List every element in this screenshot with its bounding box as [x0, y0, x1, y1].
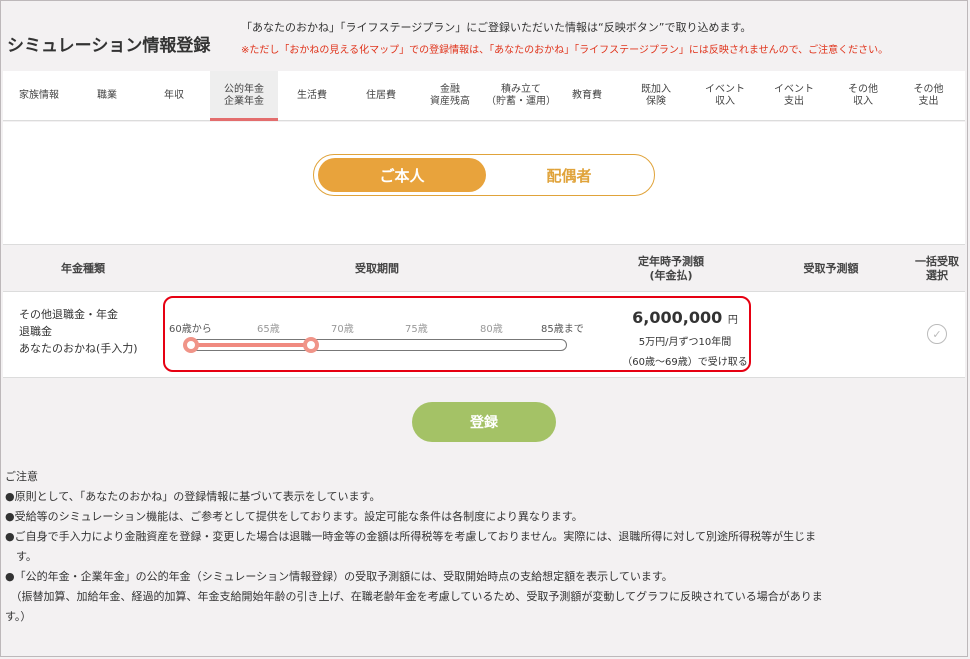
slider-tick-label: 75歳 [405, 324, 428, 335]
note-item: （振替加算、加給年金、経過的加算、年金支給開始年齢の引き上げ、在職老齢年金を考慮… [5, 590, 823, 603]
tab-housing-cost[interactable]: 住居費 [346, 71, 416, 121]
page-title: シミュレーション情報登録 [7, 36, 211, 56]
check-icon: ✓ [932, 327, 942, 341]
tab-event-income[interactable]: イベント 収入 [696, 71, 754, 121]
note-item: ●受給等のシミュレーション機能は、ご参考として提供をしております。設定可能な条件… [5, 510, 583, 523]
header-period: 受取期間 [355, 262, 399, 275]
header-pension-type: 年金種類 [61, 262, 105, 275]
header-warning-text: ※ただし「おかねの見える化マップ」での登録情報は、「あなたのおかね」「ライフステ… [241, 45, 889, 56]
header-bulk-select: 一括受取 選択 [915, 255, 959, 282]
notes-heading: ご注意 [5, 470, 38, 483]
register-button[interactable]: 登録 [412, 402, 556, 442]
slider-tick-label: 65歳 [257, 324, 280, 335]
header-receive-estimate: 受取予測額 [803, 262, 859, 275]
app-window: シミュレーション情報登録 「あなたのおかね」「ライフステージプラン」にご登録いた… [0, 0, 968, 657]
header-retire-estimate: 定年時予測額 (年金払) [638, 255, 704, 282]
bulk-select-checkbox[interactable]: ✓ [927, 324, 947, 344]
retire-estimate-amount: 6,000,000 円 [632, 308, 738, 327]
tab-income[interactable]: 年収 [139, 71, 209, 121]
note-item: ●ご自身で手入力により金融資産を登録・変更した場合は退職一時金等の金額は所得税等… [5, 530, 817, 543]
spouse-option[interactable]: 配偶者 [486, 158, 652, 192]
note-item: す。 [5, 550, 37, 563]
tab-occupation[interactable]: 職業 [75, 71, 139, 121]
page-header: シミュレーション情報登録 「あなたのおかね」「ライフステージプラン」にご登録いた… [1, 1, 967, 71]
table-row: その他退職金・年金 退職金 あなたのおかね(手入力) 60歳から 65歳 70歳… [3, 292, 965, 378]
tab-other-expense[interactable]: その他 支出 [892, 71, 965, 121]
tab-pension[interactable]: 公的年金 企業年金 [210, 71, 278, 121]
payout-detail: 5万円/月ずつ10年間 [638, 337, 732, 348]
note-item: ●原則として、「あなたのおかね」の登録情報に基づいて表示をしています。 [5, 490, 381, 503]
period-slider-highlight: 60歳から 65歳 70歳 75歳 80歳 85歳まで 6,000,000 円 … [163, 296, 751, 372]
tab-insurance[interactable]: 既加入 保険 [616, 71, 696, 121]
table-header: 年金種類 受取期間 定年時予測額 (年金払) 受取予測額 一括受取 選択 [3, 244, 965, 292]
category-tabs: 家族情報 職業 年収 公的年金 企業年金 生活費 住居費 金融 資産残高 積み立… [3, 71, 965, 121]
slider-tick-label: 85歳まで [541, 324, 584, 335]
tab-event-expense[interactable]: イベント 支出 [754, 71, 834, 121]
tab-living-cost[interactable]: 生活費 [278, 71, 346, 121]
tab-savings[interactable]: 積み立て （貯蓄・運用） [484, 71, 558, 121]
slider-end-handle[interactable] [303, 337, 319, 353]
payout-age-range: （60歳〜69歳）で受け取る [622, 357, 748, 368]
slider-start-handle[interactable] [183, 337, 199, 353]
note-item: ●「公的年金・企業年金」の公的年金（シミュレーション情報登録）の受取予測額には、… [5, 570, 673, 583]
tab-financial-assets[interactable]: 金融 資産残高 [416, 71, 484, 121]
note-item: す。） [5, 610, 32, 623]
tab-other-income[interactable]: その他 収入 [834, 71, 892, 121]
slider-tick-label: 80歳 [480, 324, 503, 335]
self-option[interactable]: ご本人 [318, 158, 486, 192]
period-slider-range [191, 343, 311, 347]
tab-family[interactable]: 家族情報 [3, 71, 75, 121]
notes-section: ご注意 ●原則として、「あなたのおかね」の登録情報に基づいて表示をしています。 … [5, 467, 961, 627]
slider-tick-label: 60歳から [169, 324, 212, 335]
person-select-panel: ご本人 配偶者 [3, 122, 965, 244]
pension-type-cell: その他退職金・年金 退職金 あなたのおかね(手入力) [19, 308, 138, 355]
person-toggle: ご本人 配偶者 [313, 154, 655, 196]
slider-tick-label: 70歳 [331, 324, 354, 335]
header-info-text: 「あなたのおかね」「ライフステージプラン」にご登録いただいた情報は“反映ボタン”… [241, 21, 752, 34]
tab-education[interactable]: 教育費 [558, 71, 616, 121]
